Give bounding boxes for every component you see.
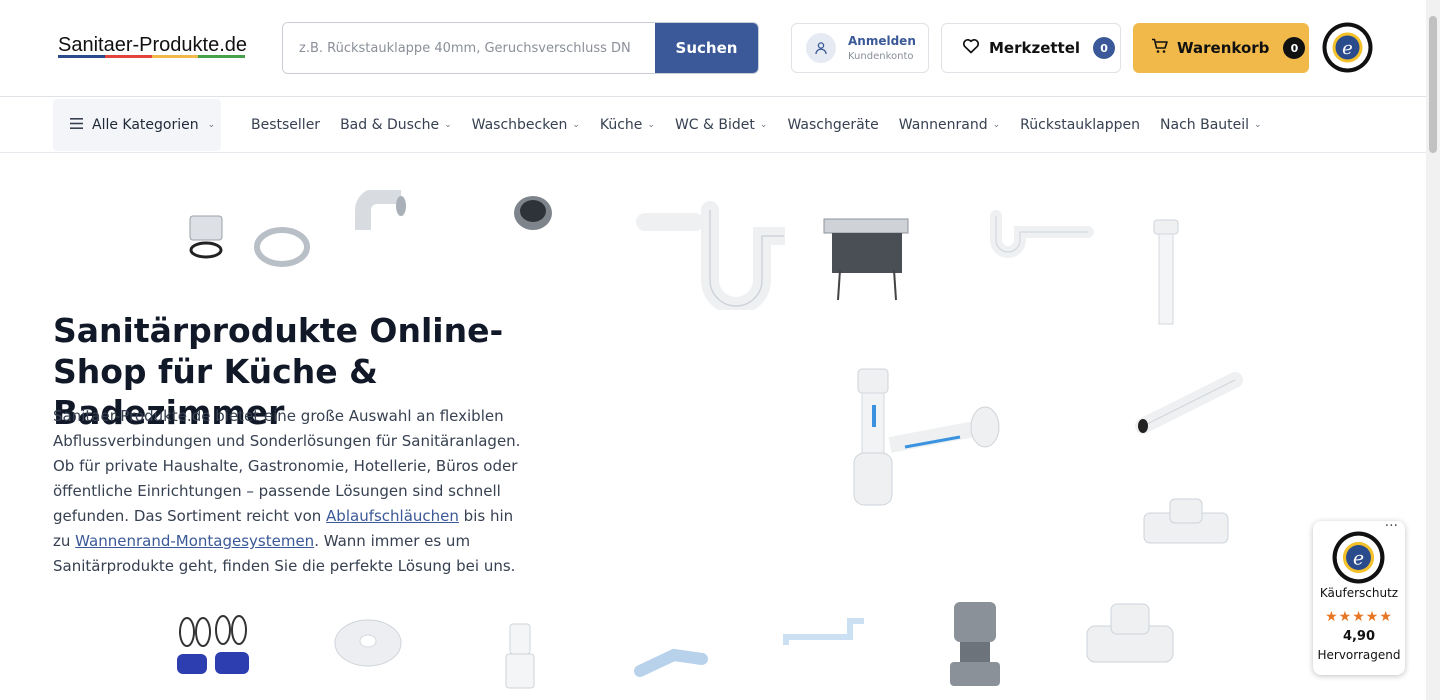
heart-icon xyxy=(962,38,980,58)
product-image-trap xyxy=(990,210,1094,258)
search-bar: Suchen xyxy=(282,22,759,74)
link-ablaufschlaeuche[interactable]: Ablaufschläuchen xyxy=(326,507,459,525)
cart-label: Warenkorb xyxy=(1177,39,1270,57)
nav-item-bad-dusche[interactable]: Bad & Dusche ⌄ xyxy=(340,117,452,133)
product-image-elbow-blue xyxy=(634,648,708,677)
wishlist-count-badge: 0 xyxy=(1093,37,1116,59)
svg-text:e: e xyxy=(1353,548,1364,569)
chevron-down-icon: ⌄ xyxy=(992,120,1001,130)
rating-score: 4,90 xyxy=(1342,629,1376,644)
cart-count-badge: 0 xyxy=(1283,37,1306,59)
cart-button[interactable]: Warenkorb 0 xyxy=(1133,23,1309,73)
logo-underline xyxy=(58,55,245,58)
nav-items: Bestseller Bad & Dusche ⌄ Waschbecken ⌄ Kü… xyxy=(251,97,1262,153)
nav-item-wc-bidet[interactable]: WC & Bidet ⌄ xyxy=(675,117,767,133)
svg-text:e: e xyxy=(1342,38,1353,59)
hero-text: Sanitaer-Produkte.de bietet eine große A… xyxy=(53,407,521,575)
rating-stars: ★★★★★ xyxy=(1325,609,1393,625)
trusted-shops-widget[interactable]: ··· e Käuferschutz ★★★★★ 4,90 Hervorrage… xyxy=(1313,518,1405,675)
nav-item-nach-bauteil[interactable]: Nach Bauteil ⌄ xyxy=(1160,117,1262,133)
trusted-shops-badge-icon: e xyxy=(1332,531,1385,584)
page-scrollbar[interactable] xyxy=(1426,0,1440,700)
product-image-adapter xyxy=(505,623,535,689)
product-image-vent xyxy=(950,602,1000,686)
nav-item-bestseller[interactable]: Bestseller xyxy=(251,117,320,133)
product-image-tee xyxy=(1143,498,1229,544)
product-image-cap xyxy=(514,196,552,230)
site-header: Sanitaer-Produkte.de Suchen Anmelden Kun… xyxy=(0,0,1426,97)
product-image-tee-large xyxy=(1086,603,1174,663)
product-image-rosette xyxy=(334,619,402,667)
chevron-down-icon: ⌄ xyxy=(207,120,216,130)
search-input[interactable] xyxy=(283,23,655,73)
hamburger-icon xyxy=(70,117,83,133)
all-categories-label: Alle Kategorien xyxy=(92,117,199,133)
scrollbar-thumb[interactable] xyxy=(1429,16,1437,153)
more-options-icon[interactable]: ··· xyxy=(1385,518,1398,534)
nav-item-wannenrand[interactable]: Wannenrand ⌄ xyxy=(899,117,1000,133)
chevron-down-icon: ⌄ xyxy=(759,120,768,130)
nav-item-waschbecken[interactable]: Waschbecken ⌄ xyxy=(472,117,580,133)
nav-item-kueche[interactable]: Küche ⌄ xyxy=(600,117,655,133)
main-navigation: Alle Kategorien ⌄ Bestseller Bad & Dusch… xyxy=(0,97,1426,153)
chevron-down-icon: ⌄ xyxy=(444,120,452,130)
chevron-down-icon: ⌄ xyxy=(1254,120,1262,130)
product-image-pipe xyxy=(1153,219,1179,325)
product-image-rings xyxy=(189,215,310,267)
all-categories-button[interactable]: Alle Kategorien ⌄ xyxy=(53,99,221,151)
product-image-bottle-trap xyxy=(853,368,1000,506)
nav-item-waschgeraete[interactable]: Waschgeräte xyxy=(787,117,878,133)
chevron-down-icon: ⌄ xyxy=(647,120,655,130)
cart-icon xyxy=(1151,38,1169,58)
account-label: Anmelden xyxy=(848,34,916,48)
product-image-box xyxy=(823,218,909,301)
trusted-shops-seal-icon[interactable]: e xyxy=(1322,22,1373,73)
wishlist-button[interactable]: Merkzettel 0 xyxy=(941,23,1121,73)
product-image-elbow xyxy=(355,190,406,230)
kaeuferschutz-label: Käuferschutz xyxy=(1319,586,1399,600)
product-image-hose xyxy=(1135,372,1243,434)
wishlist-label: Merkzettel xyxy=(989,39,1081,57)
chevron-down-icon: ⌄ xyxy=(572,120,580,130)
link-wannenrand-montagesysteme[interactable]: Wannenrand-Montagesystemen xyxy=(75,532,314,550)
nav-item-rueckstauklappen[interactable]: Rückstauklappen xyxy=(1020,117,1140,133)
product-image-overflow xyxy=(783,618,864,645)
search-button[interactable]: Suchen xyxy=(655,23,758,73)
product-image-siphon xyxy=(636,201,785,310)
account-sublabel: Kundenkonto xyxy=(848,51,914,62)
product-image-seals xyxy=(177,615,249,674)
logo[interactable]: Sanitaer-Produkte.de xyxy=(58,34,247,57)
rating-label: Hervorragend xyxy=(1317,648,1401,662)
account-button[interactable]: Anmelden Kundenkonto xyxy=(791,23,929,73)
user-icon xyxy=(806,33,836,63)
